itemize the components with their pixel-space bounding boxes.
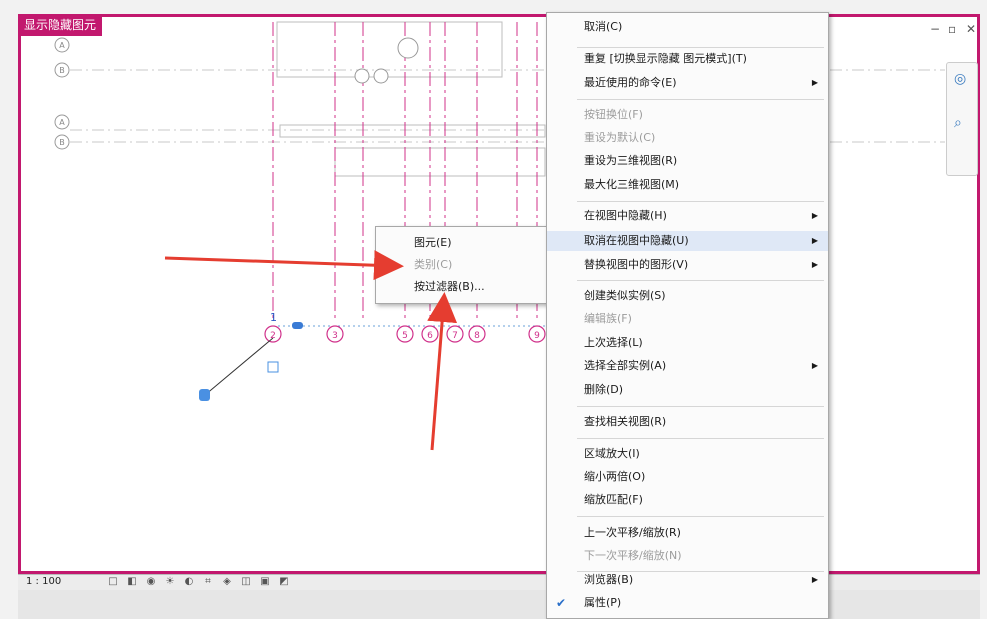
menu-separator bbox=[577, 47, 824, 48]
submenu-item-category[interactable]: 类别(C) bbox=[376, 255, 549, 275]
menu-separator bbox=[577, 516, 824, 517]
hide-icon[interactable]: ◫ bbox=[239, 575, 253, 589]
grid-bubble-label: B bbox=[59, 138, 65, 147]
drag-handle-icon bbox=[292, 322, 303, 329]
plan-wall bbox=[334, 147, 546, 177]
menu-item-hide-in-view[interactable]: 在视图中隐藏(H) ▶ bbox=[547, 206, 828, 226]
submenu-arrow-icon: ▶ bbox=[811, 236, 818, 245]
visual-style-icon[interactable]: ◉ bbox=[144, 575, 158, 589]
menu-item-browsers[interactable]: 浏览器(B) ▶ bbox=[547, 570, 828, 590]
grid-bubble-label: 3 bbox=[332, 331, 338, 341]
grid-bubble bbox=[373, 68, 389, 84]
temp-icon[interactable]: ◩ bbox=[277, 575, 291, 589]
grid-bubble-label: 5 bbox=[402, 331, 408, 341]
menu-separator bbox=[577, 201, 824, 202]
grid-bubble-label: 6 bbox=[427, 331, 433, 341]
submenu-arrow-icon: ▶ bbox=[811, 211, 818, 220]
menu-item-cancel[interactable]: 取消(C) bbox=[547, 17, 828, 37]
menu-item-override-graphics[interactable]: 替换视图中的图形(V) ▶ bbox=[547, 255, 828, 275]
menu-item-reset-default[interactable]: 重设为默认(C) bbox=[547, 128, 828, 148]
menu-item-unhide-in-view[interactable]: 取消在视图中隐藏(U) ▶ bbox=[547, 231, 828, 251]
submenu-arrow-icon: ▶ bbox=[811, 361, 818, 370]
menu-item-delete[interactable]: 删除(D) bbox=[547, 380, 828, 400]
context-menu: 取消(C) 重复 [切换显示隐藏 图元模式](T) 最近使用的命令(E) ▶ 按钮… bbox=[546, 12, 829, 619]
menu-item-zoom-region[interactable]: 区域放大(I) bbox=[547, 444, 828, 464]
view-control-bar: 1 : 100 □ ◧ ◉ ☀ ◐ ⌗ ◈ ◫ ▣ ◩ bbox=[18, 574, 980, 591]
submenu-item-by-filter[interactable]: 按过滤器(B)... bbox=[376, 277, 549, 297]
menu-item-flip[interactable]: 按钮换位(F) bbox=[547, 105, 828, 125]
grid-bubble bbox=[397, 37, 419, 59]
menu-separator bbox=[577, 438, 824, 439]
grid-bubble-selected-label: 1 bbox=[270, 311, 277, 324]
grid-bubble-label: 9 bbox=[534, 331, 540, 341]
sun-icon[interactable]: ☀ bbox=[163, 575, 177, 589]
menu-item-zoom-fit[interactable]: 缩放匹配(F) bbox=[547, 490, 828, 510]
menu-item-find-referring-views[interactable]: 查找相关视图(R) bbox=[547, 412, 828, 432]
reveal-icon[interactable]: ▣ bbox=[258, 575, 272, 589]
reveal-submenu: 图元(E) 类别(C) 按过滤器(B)... bbox=[375, 226, 550, 304]
navigation-bar[interactable]: ◎ ⌕ bbox=[946, 62, 978, 176]
grid-bubble bbox=[354, 68, 370, 84]
submenu-item-element[interactable]: 图元(E) bbox=[376, 233, 549, 253]
status-bar bbox=[18, 590, 980, 619]
menu-separator bbox=[577, 280, 824, 281]
leader-line bbox=[204, 337, 274, 396]
menu-item-reset-3d[interactable]: 重设为三维视图(R) bbox=[547, 151, 828, 171]
menu-separator bbox=[577, 406, 824, 407]
grid-bubble-label: A bbox=[59, 118, 65, 127]
grid-bubble-label: 8 bbox=[474, 331, 480, 341]
submenu-arrow-icon: ▶ bbox=[811, 575, 818, 584]
menu-separator bbox=[577, 99, 824, 100]
menu-item-edit-family[interactable]: 编辑族(F) bbox=[547, 309, 828, 329]
view-cube-icon[interactable]: □ bbox=[106, 575, 120, 589]
menu-item-select-all-instances[interactable]: 选择全部实例(A) ▶ bbox=[547, 356, 828, 376]
grid-bubbles-top bbox=[354, 37, 419, 84]
drawing-canvas[interactable]: 1 2 3 5 6 7 8 9 B A B A bbox=[0, 0, 987, 619]
checkmark-icon: ✔ bbox=[556, 596, 567, 610]
menu-item-previous-pan-zoom[interactable]: 上一次平移/缩放(R) bbox=[547, 523, 828, 543]
grid-bubbles-left bbox=[54, 37, 70, 150]
menu-item-repeat[interactable]: 重复 [切换显示隐藏 图元模式](T) bbox=[547, 49, 828, 69]
detail-icon[interactable]: ◧ bbox=[125, 575, 139, 589]
checkbox-icon bbox=[267, 361, 279, 373]
lock-icon bbox=[199, 389, 210, 401]
plan-wall bbox=[279, 124, 546, 138]
plan-outline bbox=[276, 21, 503, 78]
render-icon[interactable]: ◈ bbox=[220, 575, 234, 589]
grid-bubble-label: A bbox=[59, 41, 65, 50]
menu-item-zoom-out[interactable]: 缩小两倍(O) bbox=[547, 467, 828, 487]
zoom-icon[interactable]: ⌕ bbox=[954, 115, 962, 131]
grid-bubble-label: 2 bbox=[270, 331, 276, 341]
menu-item-maximize-3d[interactable]: 最大化三维视图(M) bbox=[547, 175, 828, 195]
view-control-icons: □ ◧ ◉ ☀ ◐ ⌗ ◈ ◫ ▣ ◩ bbox=[106, 575, 291, 589]
menu-item-next-pan-zoom[interactable]: 下一次平移/缩放(N) bbox=[547, 546, 828, 566]
grid-bubble-label: B bbox=[59, 66, 65, 75]
crop-icon[interactable]: ⌗ bbox=[201, 575, 215, 589]
menu-item-recent-commands[interactable]: 最近使用的命令(E) ▶ bbox=[547, 73, 828, 93]
submenu-arrow-icon: ▶ bbox=[811, 260, 818, 269]
menu-item-create-similar[interactable]: 创建类似实例(S) bbox=[547, 286, 828, 306]
view-scale[interactable]: 1 : 100 bbox=[26, 576, 61, 587]
grid-bubble-label: 7 bbox=[452, 331, 458, 341]
menu-item-properties[interactable]: ✔ 属性(P) bbox=[547, 593, 828, 613]
submenu-arrow-icon: ▶ bbox=[811, 78, 818, 87]
menu-item-last-selection[interactable]: 上次选择(L) bbox=[547, 333, 828, 353]
steering-wheel-icon[interactable]: ◎ bbox=[954, 71, 966, 87]
shadow-icon[interactable]: ◐ bbox=[182, 575, 196, 589]
